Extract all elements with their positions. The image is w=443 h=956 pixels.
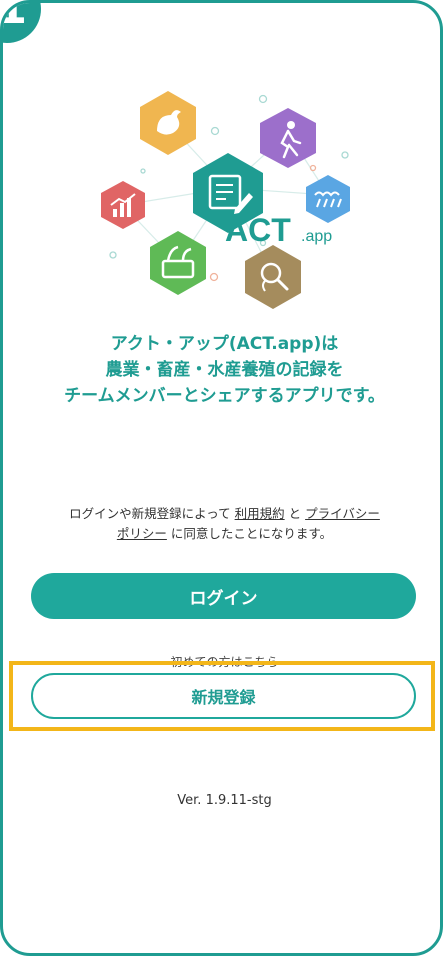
act-app-illustration: ACT .app <box>101 91 350 309</box>
act-logo-text: ACT <box>225 212 291 248</box>
login-button[interactable]: ログイン <box>31 573 416 619</box>
register-button[interactable]: 新規登録 <box>31 673 416 719</box>
description-line-1: アクト・アップ(ACT.app)は <box>110 334 339 354</box>
inspection-icon <box>245 245 301 309</box>
app-frame: 1 <box>0 0 443 956</box>
privacy-policy-link-part1[interactable]: プライバシー <box>305 506 380 521</box>
terms-suffix: に同意したことになります。 <box>170 526 333 541</box>
version-label: Ver. 1.9.11-stg <box>177 793 272 808</box>
terms-prefix: ログインや新規登録によって <box>69 506 231 521</box>
act-logo-suffix: .app <box>301 228 332 245</box>
terms-and: と <box>288 506 302 521</box>
hiking-icon <box>260 108 316 168</box>
description-line-2: 農業・畜産・水産養殖の記録を <box>105 360 344 380</box>
privacy-policy-link-part2[interactable]: ポリシー <box>117 526 167 541</box>
vegetables-icon <box>150 231 206 295</box>
terms-notice: ログインや新規登録によって 利用規約 と プライバシー ポリシー に同意したこと… <box>23 504 426 544</box>
aquaculture-icon <box>306 175 350 223</box>
app-description: アクト・アップ(ACT.app)は 農業・畜産・水産養殖の記録を チームメンバー… <box>3 331 440 409</box>
terms-of-service-link[interactable]: 利用規約 <box>235 506 285 521</box>
bird-icon <box>140 91 196 155</box>
description-line-3: チームメンバーとシェアするアプリです。 <box>64 386 385 406</box>
step-number-badge: 1 <box>3 3 41 43</box>
